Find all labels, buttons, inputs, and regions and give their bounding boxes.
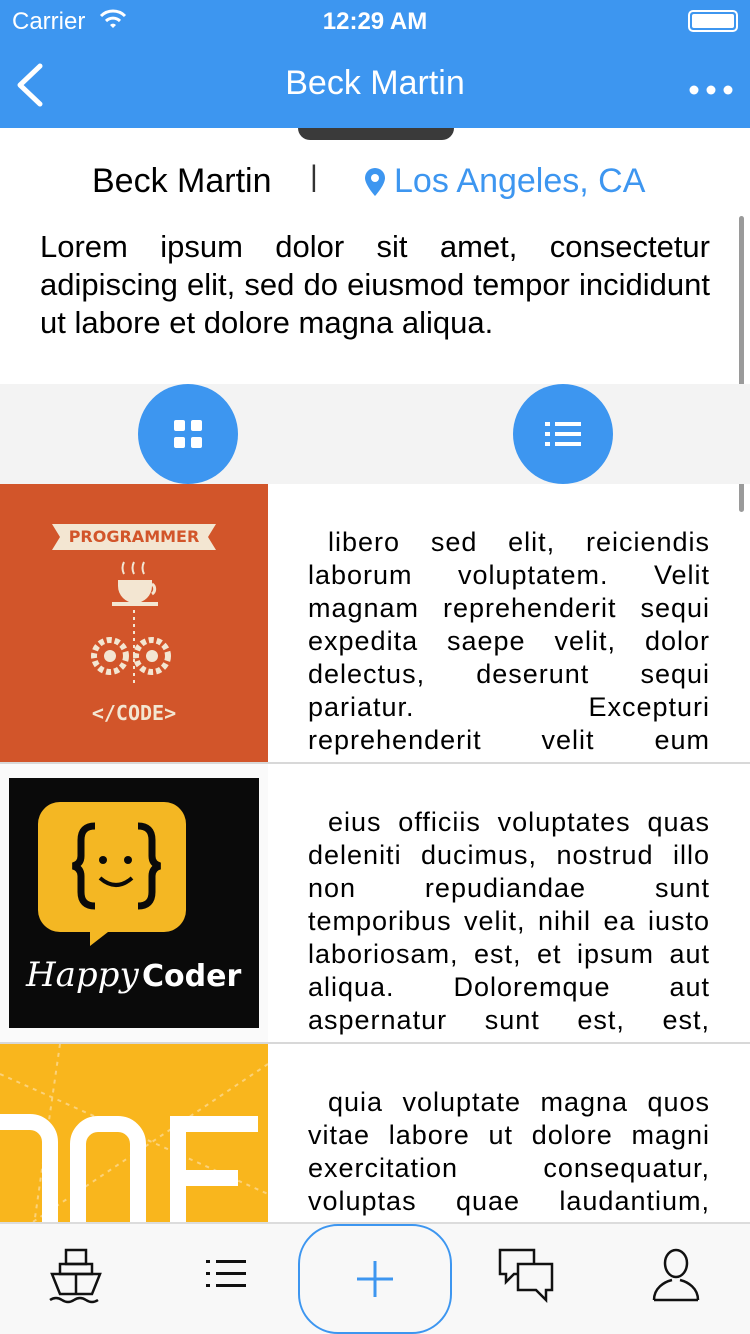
post-thumbnail[interactable]: PROGRAMMER </CODE> [0, 484, 268, 762]
profile-header: Beck Martin | Los Angeles, CA [0, 158, 750, 208]
more-options-icon[interactable] [686, 66, 736, 106]
feed-item[interactable]: Happy Coder eius officiis voluptates qua… [0, 764, 750, 1044]
post-thumbnail[interactable] [0, 1044, 268, 1222]
user-icon[interactable] [646, 1244, 706, 1304]
abstract-lettering-image [0, 1044, 268, 1222]
post-excerpt: libero sed elit, reiciendis laborum volu… [308, 526, 710, 758]
ship-icon[interactable] [46, 1244, 106, 1304]
list-view-button[interactable] [513, 384, 613, 484]
profile-bio: Lorem ipsum dolor sit amet, consectetur … [40, 229, 710, 340]
grid-view-button[interactable] [138, 384, 238, 484]
profile-name: Beck Martin [92, 162, 272, 200]
thumb-label-coder: Coder [142, 959, 241, 994]
post-excerpt-text: libero sed elit, reiciendis laborum volu… [308, 527, 710, 755]
chat-icon[interactable] [496, 1244, 556, 1304]
post-excerpt: eius officiis voluptates quas deleniti d… [308, 806, 710, 1038]
nav-bar: Beck Martin [0, 40, 750, 128]
list-icon[interactable] [196, 1244, 256, 1304]
thumb-label-happy: Happy [25, 955, 139, 995]
post-excerpt: quia voluptate magna quos vitae labore u… [308, 1086, 710, 1222]
map-pin-icon [365, 167, 385, 196]
header-separator: | [310, 160, 318, 193]
post-excerpt-text: eius officiis voluptates quas deleniti d… [308, 807, 710, 1035]
feed-item[interactable]: quia voluptate magna quos vitae labore u… [0, 1044, 750, 1222]
drag-handle[interactable] [298, 128, 454, 140]
add-post-button[interactable] [298, 1224, 452, 1334]
post-excerpt-text: quia voluptate magna quos vitae labore u… [308, 1087, 710, 1216]
programmer-code-image: PROGRAMMER </CODE> [0, 484, 268, 762]
view-toggle-bar [0, 384, 750, 484]
status-bar: Carrier 12:29 AM [0, 0, 750, 40]
post-feed[interactable]: PROGRAMMER </CODE> libero sed elit, reic… [0, 484, 750, 1222]
list-icon [545, 422, 581, 446]
plus-icon [357, 1261, 393, 1297]
happy-coder-logo-image: Happy Coder [0, 764, 268, 1042]
location-label: Los Angeles, CA [394, 162, 646, 200]
profile-location[interactable]: Los Angeles, CA [364, 162, 645, 201]
nav-title: Beck Martin [285, 64, 465, 102]
feed-item[interactable]: PROGRAMMER </CODE> libero sed elit, reic… [0, 484, 750, 764]
thumb-label-programmer: PROGRAMMER [69, 527, 200, 546]
post-thumbnail[interactable]: Happy Coder [0, 764, 268, 1042]
grid-icon [174, 420, 202, 448]
status-time: 12:29 AM [322, 8, 428, 35]
tab-bar [0, 1222, 750, 1334]
battery-icon [688, 10, 738, 32]
thumb-label-code: </CODE> [92, 701, 176, 725]
